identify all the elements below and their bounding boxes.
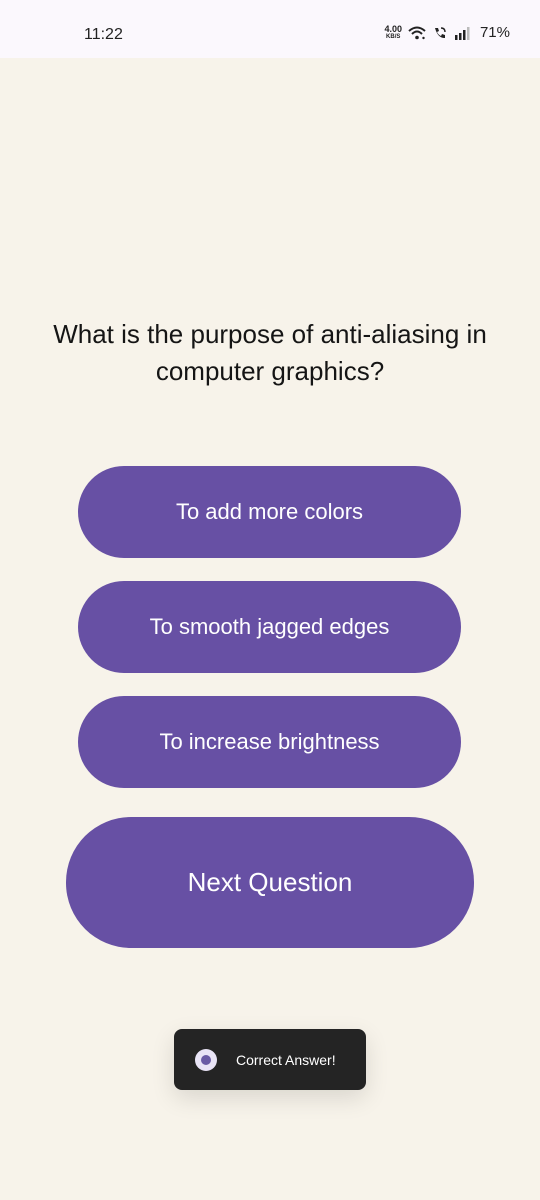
network-speed-unit: KB/S: [386, 34, 401, 40]
answer-option-3[interactable]: To increase brightness: [78, 696, 461, 788]
answer-option-1[interactable]: To add more colors: [78, 466, 461, 558]
question-text: What is the purpose of anti-aliasing in …: [53, 319, 487, 386]
call-icon: [434, 26, 446, 38]
signal-icon: [454, 26, 470, 40]
network-speed-value: 4.00: [384, 24, 402, 34]
status-icons: 4.00 KB/S 71%: [384, 24, 510, 41]
status-time: 11:22: [84, 26, 123, 43]
status-bar: 11:22 4.00 KB/S 71%: [0, 0, 540, 58]
wifi-icon: [408, 26, 426, 39]
app-icon: [195, 1048, 217, 1071]
toast-text: Correct Answer!: [236, 1051, 336, 1068]
battery-level: 71%: [479, 24, 510, 41]
next-question-button[interactable]: Next Question: [66, 817, 474, 948]
answer-option-2[interactable]: To smooth jagged edges: [78, 581, 461, 673]
network-speed: 4.00 KB/S: [384, 24, 402, 41]
toast: Correct Answer!: [174, 1029, 366, 1090]
